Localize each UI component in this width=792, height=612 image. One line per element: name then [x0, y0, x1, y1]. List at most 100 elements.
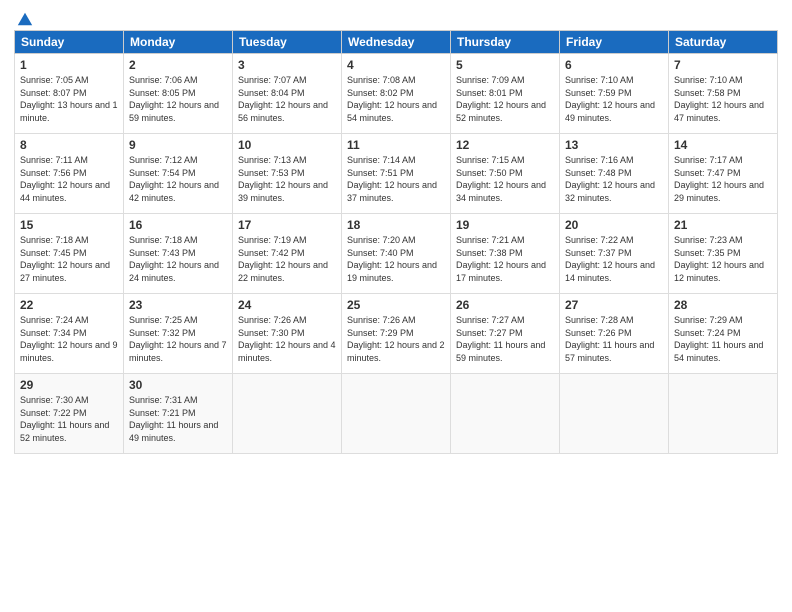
- day-number: 25: [347, 298, 445, 312]
- day-number: 16: [129, 218, 227, 232]
- calendar-cell: 14 Sunrise: 7:17 AM Sunset: 7:47 PM Dayl…: [669, 134, 778, 214]
- calendar-cell: 13 Sunrise: 7:16 AM Sunset: 7:48 PM Dayl…: [560, 134, 669, 214]
- calendar-day-header: Thursday: [451, 31, 560, 54]
- day-info: Sunrise: 7:18 AM Sunset: 7:45 PM Dayligh…: [20, 234, 118, 284]
- day-number: 17: [238, 218, 336, 232]
- day-info: Sunrise: 7:08 AM Sunset: 8:02 PM Dayligh…: [347, 74, 445, 124]
- day-info: Sunrise: 7:22 AM Sunset: 7:37 PM Dayligh…: [565, 234, 663, 284]
- calendar-table: SundayMondayTuesdayWednesdayThursdayFrid…: [14, 30, 778, 454]
- calendar-cell: 16 Sunrise: 7:18 AM Sunset: 7:43 PM Dayl…: [124, 214, 233, 294]
- day-number: 2: [129, 58, 227, 72]
- logo-icon: [16, 10, 34, 28]
- day-info: Sunrise: 7:24 AM Sunset: 7:34 PM Dayligh…: [20, 314, 118, 364]
- calendar-header-row: SundayMondayTuesdayWednesdayThursdayFrid…: [15, 31, 778, 54]
- calendar-cell: 15 Sunrise: 7:18 AM Sunset: 7:45 PM Dayl…: [15, 214, 124, 294]
- day-number: 10: [238, 138, 336, 152]
- day-info: Sunrise: 7:27 AM Sunset: 7:27 PM Dayligh…: [456, 314, 554, 364]
- calendar-cell: 1 Sunrise: 7:05 AM Sunset: 8:07 PM Dayli…: [15, 54, 124, 134]
- calendar-cell: 30 Sunrise: 7:31 AM Sunset: 7:21 PM Dayl…: [124, 374, 233, 454]
- calendar-cell: 28 Sunrise: 7:29 AM Sunset: 7:24 PM Dayl…: [669, 294, 778, 374]
- day-info: Sunrise: 7:16 AM Sunset: 7:48 PM Dayligh…: [565, 154, 663, 204]
- day-info: Sunrise: 7:05 AM Sunset: 8:07 PM Dayligh…: [20, 74, 118, 124]
- calendar-cell: 2 Sunrise: 7:06 AM Sunset: 8:05 PM Dayli…: [124, 54, 233, 134]
- day-info: Sunrise: 7:18 AM Sunset: 7:43 PM Dayligh…: [129, 234, 227, 284]
- calendar-day-header: Friday: [560, 31, 669, 54]
- calendar-cell: [560, 374, 669, 454]
- calendar-cell: 8 Sunrise: 7:11 AM Sunset: 7:56 PM Dayli…: [15, 134, 124, 214]
- calendar-cell: 7 Sunrise: 7:10 AM Sunset: 7:58 PM Dayli…: [669, 54, 778, 134]
- calendar-cell: 27 Sunrise: 7:28 AM Sunset: 7:26 PM Dayl…: [560, 294, 669, 374]
- day-number: 4: [347, 58, 445, 72]
- calendar-cell: 17 Sunrise: 7:19 AM Sunset: 7:42 PM Dayl…: [233, 214, 342, 294]
- calendar-week-row: 1 Sunrise: 7:05 AM Sunset: 8:07 PM Dayli…: [15, 54, 778, 134]
- calendar-cell: 18 Sunrise: 7:20 AM Sunset: 7:40 PM Dayl…: [342, 214, 451, 294]
- calendar-week-row: 29 Sunrise: 7:30 AM Sunset: 7:22 PM Dayl…: [15, 374, 778, 454]
- day-number: 23: [129, 298, 227, 312]
- day-number: 26: [456, 298, 554, 312]
- day-info: Sunrise: 7:31 AM Sunset: 7:21 PM Dayligh…: [129, 394, 227, 444]
- calendar-day-header: Wednesday: [342, 31, 451, 54]
- day-number: 5: [456, 58, 554, 72]
- day-number: 8: [20, 138, 118, 152]
- day-info: Sunrise: 7:25 AM Sunset: 7:32 PM Dayligh…: [129, 314, 227, 364]
- day-number: 28: [674, 298, 772, 312]
- calendar-cell: 12 Sunrise: 7:15 AM Sunset: 7:50 PM Dayl…: [451, 134, 560, 214]
- calendar-day-header: Tuesday: [233, 31, 342, 54]
- calendar-cell: [233, 374, 342, 454]
- day-info: Sunrise: 7:10 AM Sunset: 7:58 PM Dayligh…: [674, 74, 772, 124]
- day-info: Sunrise: 7:20 AM Sunset: 7:40 PM Dayligh…: [347, 234, 445, 284]
- day-number: 13: [565, 138, 663, 152]
- day-info: Sunrise: 7:13 AM Sunset: 7:53 PM Dayligh…: [238, 154, 336, 204]
- day-info: Sunrise: 7:15 AM Sunset: 7:50 PM Dayligh…: [456, 154, 554, 204]
- day-number: 24: [238, 298, 336, 312]
- day-info: Sunrise: 7:14 AM Sunset: 7:51 PM Dayligh…: [347, 154, 445, 204]
- day-info: Sunrise: 7:07 AM Sunset: 8:04 PM Dayligh…: [238, 74, 336, 124]
- calendar-cell: 25 Sunrise: 7:26 AM Sunset: 7:29 PM Dayl…: [342, 294, 451, 374]
- calendar-cell: 29 Sunrise: 7:30 AM Sunset: 7:22 PM Dayl…: [15, 374, 124, 454]
- day-number: 21: [674, 218, 772, 232]
- day-info: Sunrise: 7:06 AM Sunset: 8:05 PM Dayligh…: [129, 74, 227, 124]
- day-info: Sunrise: 7:19 AM Sunset: 7:42 PM Dayligh…: [238, 234, 336, 284]
- day-number: 22: [20, 298, 118, 312]
- day-info: Sunrise: 7:28 AM Sunset: 7:26 PM Dayligh…: [565, 314, 663, 364]
- calendar-week-row: 8 Sunrise: 7:11 AM Sunset: 7:56 PM Dayli…: [15, 134, 778, 214]
- day-info: Sunrise: 7:29 AM Sunset: 7:24 PM Dayligh…: [674, 314, 772, 364]
- day-number: 29: [20, 378, 118, 392]
- calendar-day-header: Monday: [124, 31, 233, 54]
- calendar-cell: 11 Sunrise: 7:14 AM Sunset: 7:51 PM Dayl…: [342, 134, 451, 214]
- day-info: Sunrise: 7:11 AM Sunset: 7:56 PM Dayligh…: [20, 154, 118, 204]
- calendar-cell: 24 Sunrise: 7:26 AM Sunset: 7:30 PM Dayl…: [233, 294, 342, 374]
- calendar-cell: 3 Sunrise: 7:07 AM Sunset: 8:04 PM Dayli…: [233, 54, 342, 134]
- day-number: 14: [674, 138, 772, 152]
- day-number: 27: [565, 298, 663, 312]
- day-number: 9: [129, 138, 227, 152]
- calendar-week-row: 22 Sunrise: 7:24 AM Sunset: 7:34 PM Dayl…: [15, 294, 778, 374]
- calendar-cell: 21 Sunrise: 7:23 AM Sunset: 7:35 PM Dayl…: [669, 214, 778, 294]
- calendar-day-header: Sunday: [15, 31, 124, 54]
- day-number: 12: [456, 138, 554, 152]
- day-number: 15: [20, 218, 118, 232]
- calendar-cell: 5 Sunrise: 7:09 AM Sunset: 8:01 PM Dayli…: [451, 54, 560, 134]
- day-info: Sunrise: 7:17 AM Sunset: 7:47 PM Dayligh…: [674, 154, 772, 204]
- calendar-cell: [669, 374, 778, 454]
- day-number: 1: [20, 58, 118, 72]
- calendar-cell: 22 Sunrise: 7:24 AM Sunset: 7:34 PM Dayl…: [15, 294, 124, 374]
- day-number: 19: [456, 218, 554, 232]
- day-number: 6: [565, 58, 663, 72]
- day-info: Sunrise: 7:09 AM Sunset: 8:01 PM Dayligh…: [456, 74, 554, 124]
- header: [14, 10, 778, 24]
- day-info: Sunrise: 7:23 AM Sunset: 7:35 PM Dayligh…: [674, 234, 772, 284]
- day-info: Sunrise: 7:26 AM Sunset: 7:29 PM Dayligh…: [347, 314, 445, 364]
- day-info: Sunrise: 7:12 AM Sunset: 7:54 PM Dayligh…: [129, 154, 227, 204]
- calendar-cell: 23 Sunrise: 7:25 AM Sunset: 7:32 PM Dayl…: [124, 294, 233, 374]
- day-number: 30: [129, 378, 227, 392]
- logo: [14, 10, 34, 24]
- calendar-cell: [342, 374, 451, 454]
- day-number: 18: [347, 218, 445, 232]
- day-number: 20: [565, 218, 663, 232]
- calendar-cell: 9 Sunrise: 7:12 AM Sunset: 7:54 PM Dayli…: [124, 134, 233, 214]
- calendar-week-row: 15 Sunrise: 7:18 AM Sunset: 7:45 PM Dayl…: [15, 214, 778, 294]
- calendar-day-header: Saturday: [669, 31, 778, 54]
- calendar-cell: 4 Sunrise: 7:08 AM Sunset: 8:02 PM Dayli…: [342, 54, 451, 134]
- logo-text: [14, 10, 34, 28]
